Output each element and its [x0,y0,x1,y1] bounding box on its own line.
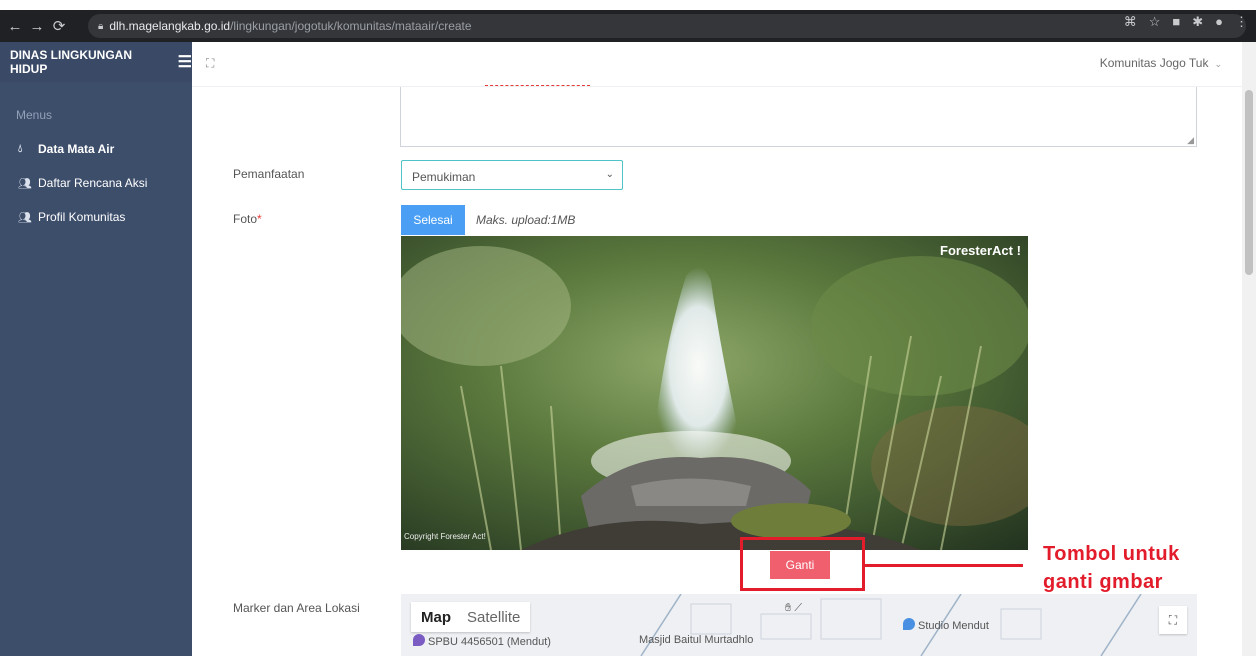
pemanfaatan-select[interactable]: Pemukiman ⌄ [401,160,623,190]
location-map[interactable]: Map Satellite ✋︎ ⟋ SPBU 4456501 (Mendut)… [401,594,1197,656]
foto-label: Foto* [233,212,262,226]
app-brand: DINAS LINGKUNGAN HIDUP [10,48,132,76]
place-pin-icon [903,618,915,630]
forward-icon[interactable]: → [26,18,48,35]
map-type-tabs: Map Satellite [411,602,531,632]
uploaded-photo-preview [401,236,1028,550]
chevron-down-icon: ⌄ [1214,59,1222,69]
poi-label: SPBU 4456501 (Mendut) [428,636,551,648]
top-strip [0,0,1256,10]
map-poi[interactable]: Masjid Baitul Murtadhlo [639,634,753,646]
sidebar-item-data-mata-air[interactable]: 💧︎ Data Mata Air [0,132,192,166]
photo-watermark: ForesterAct ! [940,243,1021,258]
photo-copyright: Copyright Forester Act! [404,532,486,541]
droplet-icon: 💧︎ [18,142,23,155]
sidebar-item-profil-komunitas[interactable]: 👥︎ Profil Komunitas [0,200,192,234]
sidebar-item-label: Profil Komunitas [38,210,126,224]
callout-line-1: Tombol untuk [1043,543,1180,565]
marker-area-label: Marker dan Area Lokasi [233,601,360,615]
tab-map[interactable]: Map [421,609,451,626]
fountain-photo [401,236,1028,550]
map-fullscreen-icon[interactable]: ⛶ [1159,606,1187,634]
profile-icon[interactable]: ● [1215,14,1223,30]
spellcheck-underline [485,85,590,86]
required-mark: * [257,212,262,226]
browser-toolbar: ← → ⟳ 🔒︎ dlh.magelangkab.go.id/lingkunga… [0,10,1256,42]
sidebar-item-label: Data Mata Air [38,142,115,156]
address-bar[interactable]: 🔒︎ dlh.magelangkab.go.id/lingkungan/jogo… [88,14,1246,38]
map-poi[interactable]: SPBU 4456501 (Mendut) [413,634,551,648]
pan-hand-icon[interactable]: ✋︎ ⟋ [785,602,802,615]
user-menu[interactable]: Komunitas Jogo Tuk ⌄ [1100,56,1222,70]
scrollbar-thumb[interactable] [1245,90,1253,275]
url-path: /lingkungan/jogotuk/komunitas/mataair/cr… [230,19,472,33]
pemanfaatan-label: Pemanfaatan [233,167,305,181]
poi-label: Masjid Baitul Murtadhlo [639,634,754,646]
map-poi[interactable]: Studio Mendut [903,618,989,632]
callout-line-2: ganti gmbar [1043,571,1163,593]
back-icon[interactable]: ← [4,18,26,35]
sidebar: DINAS LINGKUNGAN HIDUP ☰ Menus 💧︎ Data M… [0,42,192,656]
annotation-highlight-box [740,537,865,591]
url-host: dlh.magelangkab.go.id [109,19,231,33]
hamburger-icon[interactable]: ☰ [178,52,192,72]
sidebar-item-daftar-rencana-aksi[interactable]: 👥︎ Daftar Rencana Aksi [0,166,192,200]
users-icon: 👥︎ [18,211,32,224]
sidebar-section-label: Menus [16,108,53,122]
selesai-button[interactable]: Selesai [401,205,465,235]
top-bar: ⛶ Komunitas Jogo Tuk ⌄ [192,42,1242,87]
sidebar-item-label: Daftar Rencana Aksi [38,176,148,190]
menu-dots-icon[interactable]: ⋮ [1235,14,1248,30]
translate-icon[interactable]: ⌘ [1124,14,1137,30]
user-name: Komunitas Jogo Tuk [1099,56,1209,70]
annotation-callout: Tombol untuk ganti gmbar [1043,540,1180,596]
puzzle-icon[interactable]: ✱ [1192,14,1203,30]
description-textarea[interactable]: ◢ [400,85,1197,147]
star-icon[interactable]: ☆ [1149,14,1161,30]
poi-label: Studio Mendut [918,620,989,632]
chevron-down-icon: ⌄ [605,169,614,180]
annotation-connector-line [865,564,1023,567]
extension-icon[interactable]: ■ [1172,14,1180,30]
extension-icons: ⌘ ☆ ■ ✱ ● ⋮ [1124,14,1248,30]
users-icon: 👥︎ [18,177,32,190]
sidebar-header: DINAS LINGKUNGAN HIDUP ☰ [0,42,192,82]
fuel-pin-icon [413,634,425,646]
foto-label-text: Foto [233,212,258,226]
tab-satellite[interactable]: Satellite [467,609,520,626]
resize-handle-icon[interactable]: ◢ [1187,135,1194,146]
pemanfaatan-value: Pemukiman [412,170,476,184]
lock-icon: 🔒︎ [98,20,104,32]
fullscreen-icon[interactable]: ⛶ [206,56,214,71]
reload-icon[interactable]: ⟳ [48,17,70,35]
upload-note: Maks. upload:1MB [476,213,576,227]
page-scrollbar[interactable] [1242,42,1256,656]
